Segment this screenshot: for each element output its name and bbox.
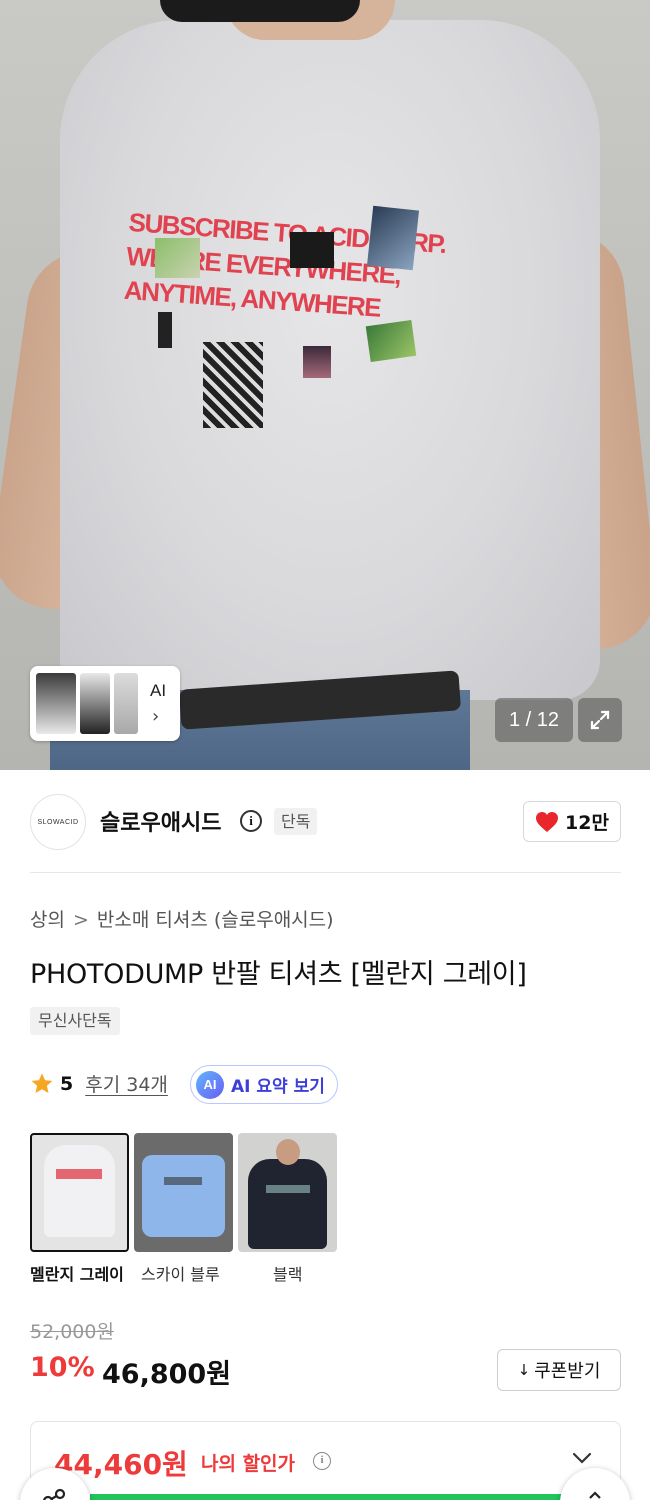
swatch-print bbox=[266, 1185, 310, 1193]
coupon-button[interactable]: ↓ 쿠폰받기 bbox=[497, 1349, 621, 1391]
info-icon[interactable]: i bbox=[240, 810, 262, 832]
product-title: PHOTODUMP 반팔 티셔츠 [멜란지 그레이] bbox=[30, 959, 527, 990]
color-option-black[interactable] bbox=[238, 1133, 337, 1252]
breadcrumb-item[interactable]: 상의 bbox=[30, 909, 65, 931]
swatch-print bbox=[56, 1169, 102, 1179]
discount-rate: 10% bbox=[30, 1352, 95, 1383]
chevron-up-icon bbox=[589, 1491, 601, 1499]
ai-summary-badge: AI bbox=[196, 1070, 224, 1099]
image-counter: 1 / 12 bbox=[495, 698, 573, 742]
breadcrumb-item[interactable]: 반소매 티셔츠 (슬로우애시드) bbox=[97, 909, 334, 931]
color-label: 스카이 블루 bbox=[141, 1265, 220, 1284]
color-option-melange-gray[interactable] bbox=[30, 1133, 129, 1252]
share-icon bbox=[43, 1488, 66, 1500]
print-photo bbox=[303, 346, 331, 378]
expand-icon[interactable] bbox=[578, 698, 622, 742]
musinsa-exclusive-label: 무신사단독 bbox=[30, 1007, 120, 1035]
my-discount-label: 나의 할인가 bbox=[201, 1453, 296, 1475]
brand-logo-text: SLOWACID bbox=[37, 818, 79, 826]
model-hair bbox=[160, 0, 360, 22]
coupon-label: 쿠폰받기 bbox=[534, 1361, 601, 1382]
ai-summary-label: AI 요약 보기 bbox=[231, 1077, 325, 1097]
breadcrumb-separator: > bbox=[72, 909, 89, 931]
like-button[interactable]: 12만 bbox=[523, 801, 621, 842]
print-photo bbox=[366, 205, 420, 271]
heart-icon bbox=[536, 811, 559, 832]
print-photo bbox=[155, 238, 200, 278]
chevron-right-icon: › bbox=[152, 706, 160, 727]
color-label: 멜란지 그레이 bbox=[30, 1265, 124, 1284]
sale-price: 46,800원 bbox=[102, 1359, 232, 1390]
print-photo bbox=[203, 342, 263, 428]
swatch-head bbox=[276, 1139, 300, 1165]
lookbook-thumb bbox=[114, 673, 138, 734]
swatch-shirt bbox=[142, 1155, 225, 1237]
brand-logo[interactable]: SLOWACID bbox=[30, 794, 86, 850]
brand-name[interactable]: 슬로우애시드 bbox=[100, 805, 221, 837]
swatch-shirt bbox=[248, 1159, 327, 1249]
print-photo bbox=[158, 312, 172, 348]
swatch-print bbox=[164, 1177, 202, 1185]
lookbook-thumb bbox=[36, 673, 76, 734]
like-count: 12만 bbox=[565, 812, 609, 834]
lookbook-thumb bbox=[80, 673, 110, 734]
print-photo bbox=[290, 232, 334, 268]
original-price: 52,000원 bbox=[30, 1321, 114, 1343]
color-option-sky-blue[interactable] bbox=[134, 1133, 233, 1252]
discount-progress-bar bbox=[90, 1494, 590, 1500]
swatch-shirt bbox=[44, 1145, 115, 1237]
breadcrumb: 상의 > 반소매 티셔츠 (슬로우애시드) bbox=[30, 905, 334, 932]
scroll-top-button[interactable] bbox=[560, 1468, 630, 1500]
color-label: 블랙 bbox=[273, 1265, 303, 1284]
rating-row: 5 후기 34개 bbox=[30, 1070, 168, 1097]
star-icon bbox=[31, 1073, 53, 1093]
divider bbox=[30, 872, 621, 873]
ai-lookbook-badge[interactable]: AI › bbox=[30, 666, 180, 741]
share-button[interactable] bbox=[20, 1468, 90, 1500]
progress-fill bbox=[90, 1494, 590, 1500]
download-icon: ↓ bbox=[517, 1361, 531, 1379]
rating-score: 5 bbox=[60, 1072, 74, 1095]
ai-label: AI bbox=[150, 681, 167, 700]
ai-summary-button[interactable]: AI AI 요약 보기 bbox=[190, 1065, 338, 1104]
info-icon[interactable]: i bbox=[313, 1452, 331, 1470]
reviews-link[interactable]: 후기 34개 bbox=[85, 1070, 168, 1097]
chevron-down-icon[interactable] bbox=[570, 1450, 594, 1470]
print-photo bbox=[365, 319, 417, 363]
product-image[interactable]: SUBSCRIBE TO ACID CORP. WE ARE EVERYWHER… bbox=[0, 0, 650, 770]
exclusive-tag: 단독 bbox=[274, 808, 318, 835]
